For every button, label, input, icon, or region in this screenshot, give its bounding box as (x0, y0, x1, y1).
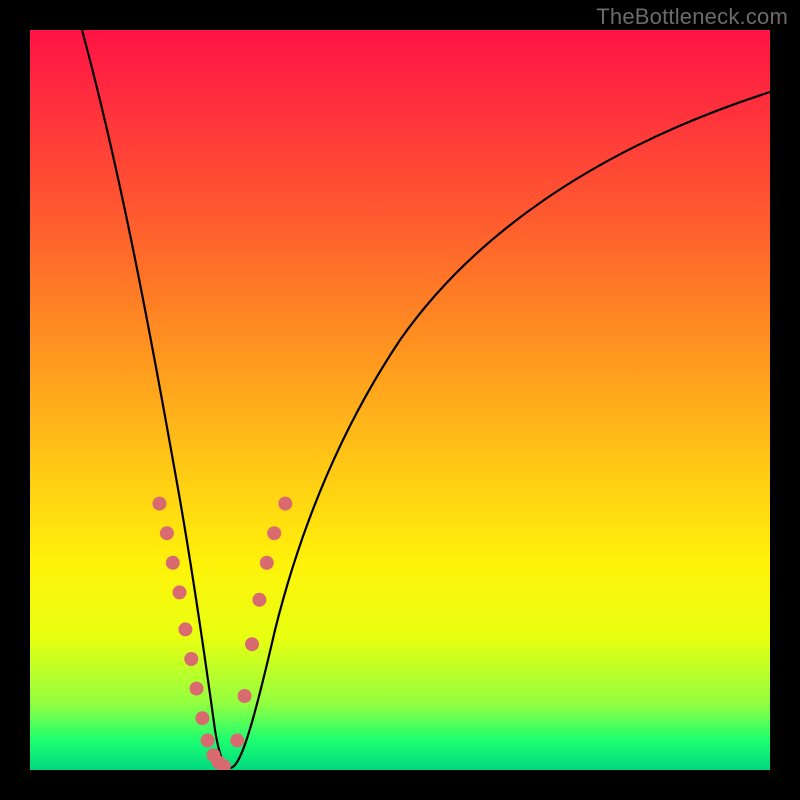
marker-group (153, 497, 293, 770)
data-marker (252, 593, 266, 607)
data-marker (184, 652, 198, 666)
data-marker (173, 585, 187, 599)
data-marker (260, 556, 274, 570)
watermark-text: TheBottleneck.com (596, 4, 788, 30)
left-branch-curve (82, 30, 230, 768)
chart-frame: TheBottleneck.com (0, 0, 800, 800)
data-marker (278, 497, 292, 511)
curve-layer (30, 30, 770, 770)
data-marker (267, 526, 281, 540)
data-marker (195, 711, 209, 725)
plot-area (30, 30, 770, 770)
data-marker (190, 682, 204, 696)
data-marker (238, 689, 252, 703)
data-marker (153, 497, 167, 511)
data-marker (201, 733, 215, 747)
right-branch-curve (230, 92, 770, 768)
data-marker (178, 622, 192, 636)
data-marker (245, 637, 259, 651)
data-marker (230, 733, 244, 747)
data-marker (160, 526, 174, 540)
data-marker (166, 556, 180, 570)
